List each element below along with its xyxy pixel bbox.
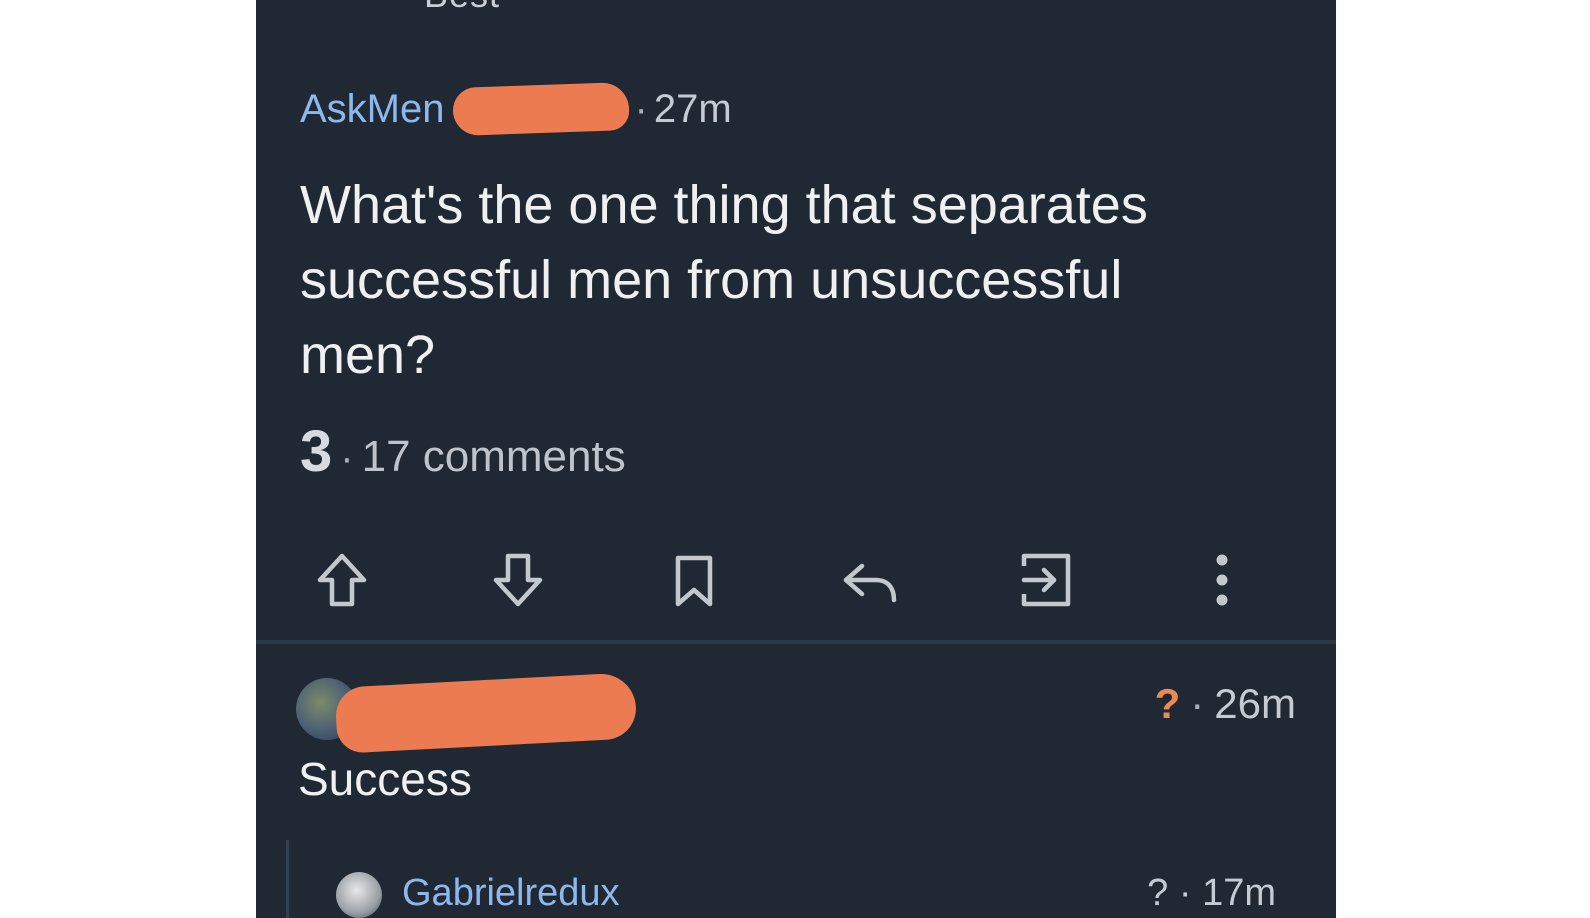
divider — [256, 640, 1336, 644]
comment-meta: ? · 26m — [1155, 680, 1296, 728]
reply-icon — [843, 563, 897, 603]
meta-separator: · — [634, 86, 648, 131]
comment-separator: · — [1190, 680, 1205, 727]
sort-label[interactable]: Best — [424, 0, 500, 16]
downvote-button[interactable] — [478, 540, 558, 620]
post-stats: 3 · 17 comments — [300, 418, 626, 485]
reply-avatar[interactable] — [336, 872, 382, 918]
flair-question-icon: ? — [1154, 680, 1181, 727]
redacted-commenter-name — [334, 672, 638, 754]
stats-separator: · — [340, 436, 354, 480]
reply-button[interactable] — [830, 540, 910, 620]
comment-timestamp: 26m — [1214, 680, 1296, 727]
post-title[interactable]: What's the one thing that separates succ… — [300, 168, 1260, 393]
post-meta: AskMen · 27m — [300, 81, 732, 137]
post-action-bar — [256, 540, 1336, 620]
subreddit-link[interactable]: AskMen — [300, 87, 445, 132]
downvote-icon — [493, 553, 543, 607]
upvote-icon — [317, 553, 367, 607]
post-timestamp: 27m — [653, 86, 732, 131]
share-button[interactable] — [1006, 540, 1086, 620]
reply-username[interactable]: Gabrielredux — [402, 872, 620, 915]
comment-count[interactable]: 17 comments — [362, 432, 626, 482]
thread-line[interactable] — [286, 840, 289, 918]
upvote-button[interactable] — [302, 540, 382, 620]
more-options-button[interactable] — [1182, 540, 1262, 620]
share-icon — [1021, 553, 1071, 607]
more-icon — [1216, 554, 1228, 606]
reply-meta: ? · 17m — [1147, 872, 1276, 914]
post-score: 3 — [300, 419, 333, 484]
comment-header: ? · 26m — [296, 670, 1296, 754]
comment-body[interactable]: Success — [298, 752, 472, 806]
app-screen: Best AskMen · 27m What's the one thing t… — [256, 0, 1336, 918]
redacted-username — [451, 81, 630, 137]
save-button[interactable] — [654, 540, 734, 620]
bookmark-icon — [675, 555, 713, 607]
reply-header: Gabrielredux ? · 17m — [336, 870, 1276, 918]
